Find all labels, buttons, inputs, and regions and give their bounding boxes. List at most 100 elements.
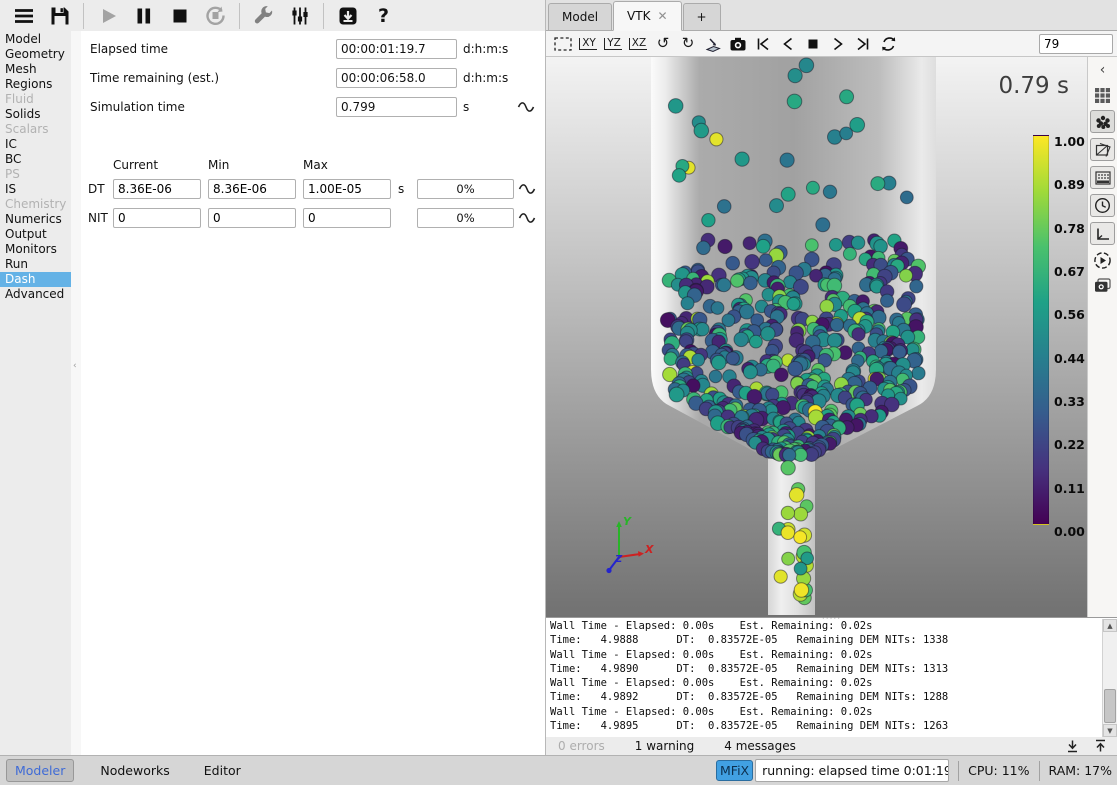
nav-item-mesh[interactable]: Mesh	[0, 62, 71, 77]
nav-item-bc[interactable]: BC	[0, 152, 71, 167]
mode-tab-editor[interactable]: Editor	[196, 760, 249, 781]
view-yz-icon[interactable]: YZ	[602, 34, 624, 54]
scroll-to-bottom-icon[interactable]	[1063, 738, 1081, 754]
colorbar-tick: 0.89	[1054, 177, 1085, 192]
next-frame-icon[interactable]	[827, 34, 849, 54]
settings-wrench-icon[interactable]	[246, 2, 281, 30]
nit-min-input[interactable]	[208, 208, 296, 228]
reset-view-icon[interactable]	[552, 34, 574, 54]
colorbar-toggle-button[interactable]	[1090, 166, 1115, 189]
perspective-icon[interactable]	[702, 34, 724, 54]
elapsed-time-label: Elapsed time	[90, 42, 336, 56]
console-line: Wall Time - Elapsed: 0.00s Est. Remainin…	[550, 619, 1100, 633]
axes-toggle-button[interactable]	[1090, 222, 1115, 245]
stop-icon[interactable]	[162, 2, 197, 30]
mode-tab-modeler[interactable]: Modeler	[6, 759, 74, 782]
nav-item-model[interactable]: Model	[0, 32, 71, 47]
nit-max-input[interactable]	[303, 208, 391, 228]
nav-item-output[interactable]: Output	[0, 227, 71, 242]
collapse-panel-icon[interactable]: ‹	[1091, 60, 1115, 80]
view-xz-icon[interactable]: XZ	[627, 34, 649, 54]
tab-vtk[interactable]: VTK ✕	[613, 1, 681, 31]
colorbar	[1033, 135, 1049, 525]
tab-new[interactable]: +	[683, 3, 721, 30]
help-icon[interactable]: ?	[366, 2, 401, 30]
save-icon[interactable]	[42, 2, 77, 30]
colorbar-ticks: 1.000.890.780.670.560.440.330.220.110.00	[1054, 135, 1087, 525]
nav-item-numerics[interactable]: Numerics	[0, 212, 71, 227]
colorbar-tick: 0.44	[1054, 351, 1085, 366]
plot-squiggle-icon[interactable]	[515, 100, 537, 114]
console-line: Time: 4.9892 DT: 0.83572E-05 Remaining D…	[550, 690, 1100, 704]
time-remaining-unit: d:h:m:s	[463, 71, 513, 85]
update-icon[interactable]	[330, 2, 365, 30]
tab-close-icon[interactable]: ✕	[657, 9, 667, 23]
mode-tab-nodeworks[interactable]: Nodeworks	[92, 760, 177, 781]
nav-item-dash[interactable]: Dash	[0, 272, 71, 287]
grid-icon[interactable]	[1091, 85, 1115, 105]
plot-squiggle-icon[interactable]	[516, 182, 538, 196]
output-tabbar: Model VTK ✕ +	[546, 0, 1117, 31]
scroll-to-top-icon[interactable]	[1091, 738, 1109, 754]
nav-item-run[interactable]: Run	[0, 257, 71, 272]
time-remaining-row: Time remaining (est.) d:h:m:s	[90, 67, 537, 88]
first-frame-icon[interactable]	[752, 34, 774, 54]
dt-min-input[interactable]	[208, 179, 296, 199]
nav-item-geometry[interactable]: Geometry	[0, 47, 71, 62]
previous-frame-icon[interactable]	[777, 34, 799, 54]
dt-table-header: Current Min Max	[88, 158, 545, 172]
nav-item-fluid: Fluid	[0, 92, 71, 107]
errors-count[interactable]: 0 errors	[558, 739, 605, 753]
rotate-right-icon[interactable]: ↻	[677, 34, 699, 54]
elapsed-time-input[interactable]	[336, 39, 457, 59]
nav-item-solids[interactable]: Solids	[0, 107, 71, 122]
plot-squiggle-icon[interactable]	[516, 211, 538, 225]
time-label-toggle-button[interactable]	[1090, 194, 1115, 217]
dash-panel: Elapsed time d:h:m:s Time remaining (est…	[81, 31, 545, 755]
scroll-up-arrow[interactable]: ▲	[1103, 619, 1117, 632]
time-remaining-input[interactable]	[336, 68, 457, 88]
console-scrollbar[interactable]: ▲ ▼	[1102, 619, 1117, 737]
stop-playback-icon[interactable]	[802, 34, 824, 54]
status-bar: Modeler Nodeworks Editor MFiX running: e…	[0, 755, 1117, 785]
nav-item-ic[interactable]: IC	[0, 137, 71, 152]
nit-current-input[interactable]	[113, 208, 201, 228]
tab-model[interactable]: Model	[548, 3, 612, 30]
view-xy-icon[interactable]: XY	[577, 34, 599, 54]
nav-item-monitors[interactable]: Monitors	[0, 242, 71, 257]
scrollbar-thumb[interactable]	[1104, 689, 1116, 723]
nav-splitter[interactable]: ‹	[71, 31, 81, 755]
scroll-down-arrow[interactable]: ▼	[1103, 724, 1117, 737]
dt-current-input[interactable]	[113, 179, 201, 199]
dt-max-input[interactable]	[303, 179, 391, 199]
console-output[interactable]: ····· Wall Time - Elapsed: 0.00s Est. Re…	[546, 617, 1117, 737]
svg-text:X: X	[644, 543, 654, 556]
menu-icon[interactable]	[6, 2, 41, 30]
capture-image-icon[interactable]	[1091, 275, 1115, 295]
header-current: Current	[113, 158, 208, 172]
nav-item-regions[interactable]: Regions	[0, 77, 71, 92]
messages-count[interactable]: 4 messages	[724, 739, 796, 753]
snapshot-camera-icon[interactable]	[727, 34, 749, 54]
play-loop-icon[interactable]	[877, 34, 899, 54]
parameters-sliders-icon[interactable]	[282, 2, 317, 30]
svg-text:Z: Z	[614, 554, 623, 565]
play-icon	[90, 2, 125, 30]
nit-progress-bar: 0%	[417, 208, 514, 228]
geometry-toggle-button[interactable]	[1090, 138, 1115, 161]
new-tab-icon: +	[697, 10, 707, 24]
simulation-time-input[interactable]	[336, 97, 457, 117]
particles-toggle-button[interactable]	[1090, 110, 1115, 133]
nav-item-is[interactable]: IS	[0, 182, 71, 197]
pause-icon[interactable]	[126, 2, 161, 30]
play-animation-icon[interactable]	[1091, 250, 1115, 270]
colorbar-tick: 0.33	[1054, 394, 1085, 409]
time-remaining-label: Time remaining (est.)	[90, 71, 336, 85]
vtk-scene[interactable]: X Y Z 0.79 s 1.000.890.780.670.560.440.3…	[546, 57, 1087, 617]
nav-item-advanced[interactable]: Advanced	[0, 287, 71, 302]
last-frame-icon[interactable]	[852, 34, 874, 54]
rotate-left-icon[interactable]: ↺	[652, 34, 674, 54]
warnings-count[interactable]: 1 warning	[635, 739, 695, 753]
toolbar-separator	[83, 3, 84, 29]
frame-number-input[interactable]	[1039, 34, 1113, 54]
